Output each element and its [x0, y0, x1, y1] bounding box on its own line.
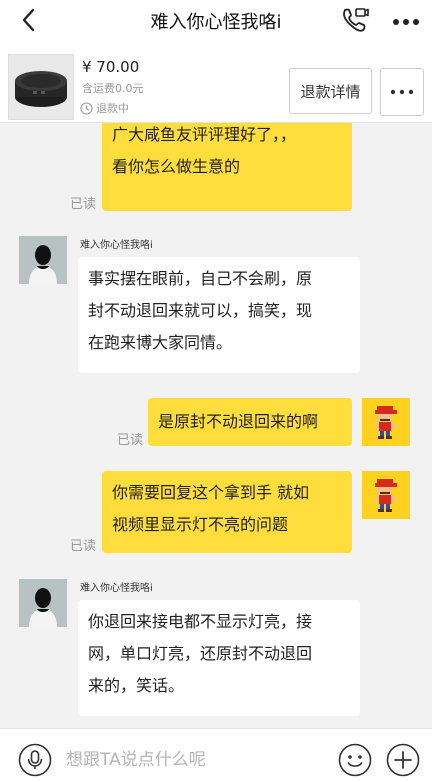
message-line: 封不动退回来就可以，搞笑，现	[88, 301, 313, 320]
avatar[interactable]	[19, 236, 67, 284]
message-line: 是原封不动退回来的啊	[158, 412, 319, 431]
refund-status-label: 退款中	[96, 102, 129, 115]
message-line: 网，单口灯亮，还原封不动退回	[88, 644, 313, 663]
message-bubble-mine[interactable]: 你需要回复这个拿到手 就如 视频里显示灯不亮的问题	[102, 471, 352, 553]
avatar[interactable]	[362, 471, 410, 519]
read-receipt: 已读	[70, 197, 97, 212]
smiley-icon	[338, 743, 372, 777]
mario-avatar-icon	[362, 398, 410, 446]
message-line: 事实摆在眼前，自己不会刷，原	[88, 269, 313, 288]
message-line: 视频里显示灯不亮的问题	[112, 515, 289, 534]
message-line: 看你怎么做生意的	[112, 157, 241, 176]
person-silhouette-icon	[19, 579, 67, 627]
shipping-fee: 含运费0.0元	[82, 82, 144, 95]
message-line: 在跑来博大家同情。	[88, 333, 233, 352]
read-receipt: 已读	[70, 539, 97, 554]
avatar[interactable]	[19, 579, 67, 627]
read-receipt: 已读	[117, 433, 144, 448]
product-card[interactable]: ¥ 70.00 含运费0.0元 退款中 退款详情	[0, 40, 432, 123]
more-dots-icon	[393, 19, 419, 25]
message-input-bar	[0, 728, 432, 782]
message-bubble-mine[interactable]: — , , , — 广大咸鱼友评评理好了，， 看你怎么做生意的	[102, 123, 352, 211]
voice-button[interactable]	[18, 743, 52, 777]
chat-area[interactable]: — , , , — 广大咸鱼友评评理好了，， 看你怎么做生意的 已读 难入你心怪…	[0, 123, 432, 728]
message-bubble-theirs[interactable]: 事实摆在眼前，自己不会刷，原 封不动退回来就可以，搞笑，现 在跑来博大家同情。	[78, 257, 360, 373]
refund-details-button[interactable]: 退款详情	[289, 68, 372, 114]
emoji-button[interactable]	[338, 743, 372, 777]
microphone-icon	[18, 743, 52, 777]
nav-header: 难入你心怪我咯i	[0, 0, 432, 40]
router-device-image	[9, 55, 73, 119]
message-line: 你需要回复这个拿到手 就如	[112, 483, 310, 502]
message-bubble-mine[interactable]: 是原封不动退回来的啊	[148, 398, 352, 446]
product-price: ¥ 70.00	[82, 58, 140, 76]
call-button[interactable]	[340, 6, 370, 34]
plus-icon	[386, 743, 420, 777]
sender-name: 难入你心怪我咯i	[80, 583, 153, 594]
more-dots-icon	[390, 89, 414, 95]
add-attachment-button[interactable]	[386, 743, 420, 777]
message-line: 来的，笑话。	[88, 676, 185, 695]
message-line: 你退回来接电都不显示灯亮，接	[88, 612, 313, 631]
clock-icon	[80, 101, 93, 115]
back-button[interactable]	[14, 6, 44, 34]
card-more-button[interactable]	[380, 68, 424, 116]
mario-avatar-icon	[362, 471, 410, 519]
refund-status: 退款中	[80, 100, 129, 116]
message-line: 广大咸鱼友评评理好了，，	[112, 125, 297, 144]
page-title: 难入你心怪我咯i	[150, 12, 282, 33]
sender-name: 难入你心怪我咯i	[80, 240, 153, 251]
chevron-left-icon	[22, 8, 35, 32]
product-thumbnail[interactable]	[8, 54, 74, 120]
more-button[interactable]	[388, 6, 424, 34]
message-bubble-theirs[interactable]: 你退回来接电都不显示灯亮，接 网，单口灯亮，还原封不动退回 来的，笑话。	[78, 600, 360, 716]
person-silhouette-icon	[19, 236, 67, 284]
message-input[interactable]	[64, 742, 338, 778]
avatar[interactable]	[362, 398, 410, 446]
phone-video-icon	[343, 8, 369, 32]
